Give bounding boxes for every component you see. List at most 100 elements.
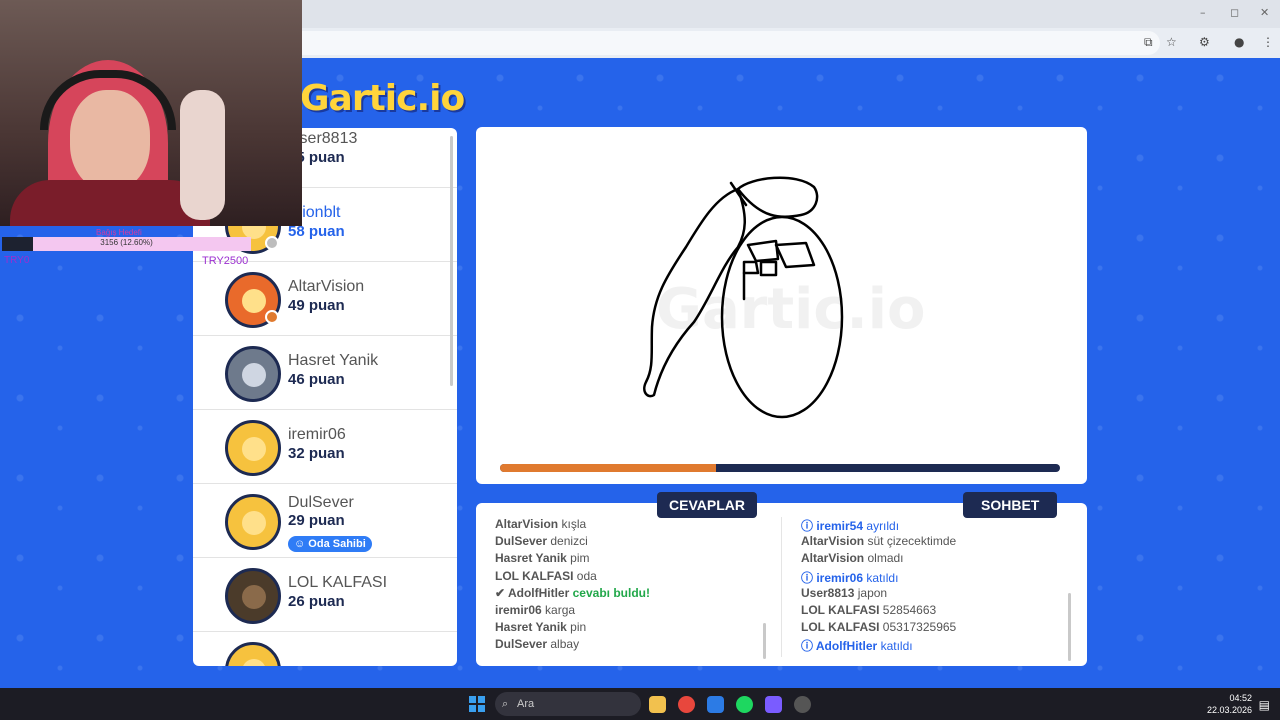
message-user: iremir06	[495, 602, 542, 617]
player-row[interactable]: DulSever 29 puan ☺ Oda Sahibi	[193, 484, 457, 558]
chrome-icon[interactable]	[678, 696, 695, 713]
player-name: AltarVision	[288, 278, 365, 295]
mail-icon[interactable]	[707, 696, 724, 713]
drawing-sketch	[643, 176, 844, 419]
message-user: ✔ AdolfHitler	[495, 585, 570, 600]
message-text: pin	[570, 620, 587, 635]
message-text: karga	[545, 602, 576, 617]
message-text: kışla	[561, 517, 587, 531]
menu-icon[interactable]: ⋮	[1262, 35, 1274, 49]
message-user: LOL KALFASI	[495, 568, 574, 583]
maximize-icon[interactable]: ◻	[1230, 6, 1239, 19]
chat-message: User8813 japon	[801, 586, 956, 603]
round-timer	[500, 464, 1060, 472]
message-text: olmadı	[867, 551, 904, 566]
message-text: oda	[576, 568, 597, 583]
chat-message: AltarVision olmadı	[801, 551, 956, 568]
message-text: ayrıldı	[866, 519, 900, 533]
player-row[interactable]: AltarVision 49 puan	[193, 262, 457, 336]
chat-message: ⓘ iremir06 katıldı	[801, 569, 956, 586]
message-text: cevabı buldu!	[572, 585, 650, 600]
star-icon[interactable]: ☆	[1166, 35, 1177, 49]
message-text: albay	[550, 637, 580, 652]
close-icon[interactable]: ✕	[1260, 6, 1269, 19]
player-row[interactable]: iremir06 32 puan	[193, 410, 457, 484]
address-bar[interactable]	[280, 31, 1160, 55]
answers-message: ✔ AdolfHitler cevabı buldu!	[495, 586, 650, 603]
answers-scrollbar[interactable]	[763, 623, 766, 659]
chat-scrollbar[interactable]	[1068, 593, 1071, 661]
chat-message: ⓘ iremir54 ayrıldı	[801, 517, 956, 534]
message-text: japon	[857, 585, 888, 600]
answers-chat-panel: AltarVision kışla DulSever denizci Hasret …	[476, 503, 1087, 666]
chat-message: AltarVision süt çizecektimde	[801, 534, 956, 551]
message-text: 52854663	[882, 602, 937, 617]
players-scrollbar[interactable]	[450, 136, 453, 386]
message-user: LOL KALFASI	[801, 602, 880, 617]
message-user: ⓘ iremir06	[801, 570, 864, 585]
file-explorer-icon[interactable]	[649, 696, 666, 713]
message-text: pim	[570, 551, 590, 566]
answers-message: Hasret Yanik pim	[495, 551, 650, 568]
avatar	[225, 642, 281, 666]
donation-goal-max: TRY2500	[202, 255, 249, 267]
player-row[interactable]: LOL KALFASI 26 puan	[193, 558, 457, 632]
message-user: ⓘ AdolfHitler	[801, 639, 878, 654]
app-icon[interactable]	[765, 696, 782, 713]
answers-message: DulSever albay	[495, 637, 650, 654]
status-dot	[265, 236, 279, 250]
player-row[interactable]	[193, 632, 457, 666]
spotify-icon[interactable]	[736, 696, 753, 713]
donation-goal-min: TRY0	[4, 255, 30, 266]
windows-taskbar: ⌕ Ara 04:52 22.03.2026 ▤	[0, 688, 1280, 720]
message-user: DulSever	[495, 637, 548, 652]
player-name: iremir06	[288, 426, 346, 443]
avatar	[225, 420, 281, 476]
avatar	[225, 494, 281, 550]
player-row[interactable]: Hasret Yanik 46 puan	[193, 336, 457, 410]
message-text: denizci	[550, 534, 588, 549]
minimize-icon[interactable]: –	[1200, 6, 1206, 19]
round-timer-fill	[500, 464, 716, 472]
start-icon[interactable]	[469, 696, 485, 712]
status-dot	[265, 310, 279, 324]
answers-message: Hasret Yanik pin	[495, 620, 650, 637]
chat-message: LOL KALFASI 05317325965	[801, 620, 956, 637]
message-text: süt çizecektimde	[867, 534, 957, 549]
chat-list: ⓘ iremir54 ayrıldı AltarVision süt çizece…	[801, 517, 956, 655]
donation-goal-text: 3156 (12.60%)	[100, 238, 153, 247]
avatar	[225, 346, 281, 402]
room-owner-badge: ☺ Oda Sahibi	[288, 536, 372, 552]
tab-chat[interactable]: SOHBET	[963, 492, 1058, 518]
chat-message: LOL KALFASI 52854663	[801, 603, 956, 620]
profile-icon[interactable]: ●	[1234, 35, 1244, 49]
obs-icon[interactable]	[794, 696, 811, 713]
player-score: 26 puan	[288, 593, 345, 610]
site-logo[interactable]: Gartic.io	[300, 78, 465, 119]
donation-goal-label: Bağış Hedefi	[96, 228, 142, 237]
answers-message: iremir06 karga	[495, 603, 650, 620]
answers-message: AltarVision kışla	[495, 517, 650, 534]
message-text: 05317325965	[882, 620, 957, 635]
tab-answers[interactable]: CEVAPLAR	[657, 492, 757, 518]
player-name: LOL KALFASI	[288, 574, 388, 591]
message-user: AltarVision	[801, 551, 865, 566]
taskbar-search[interactable]: ⌕ Ara	[495, 692, 641, 716]
screen-cast-icon[interactable]: ⧉	[1144, 35, 1153, 50]
player-score: 32 puan	[288, 445, 345, 462]
extensions-icon[interactable]: ⚙	[1199, 35, 1210, 49]
panel-divider	[781, 517, 782, 657]
drawing-canvas[interactable]: Gartic.io	[476, 127, 1087, 484]
player-score: 29 puan	[288, 512, 345, 529]
streamer-webcam	[0, 0, 302, 226]
notification-icon[interactable]: ▤	[1259, 698, 1270, 712]
player-name: Hasret Yanik	[288, 352, 379, 369]
answers-message: LOL KALFASI oda	[495, 569, 650, 586]
system-clock[interactable]: 04:52 22.03.2026	[1207, 692, 1252, 716]
avatar	[225, 568, 281, 624]
player-name: DulSever	[288, 494, 354, 511]
message-user: DulSever	[495, 534, 548, 549]
answers-list: AltarVision kışla DulSever denizci Hasret …	[495, 517, 650, 655]
donation-goal-bar: 3156 (12.60%)	[2, 237, 251, 251]
player-score: 49 puan	[288, 297, 345, 314]
